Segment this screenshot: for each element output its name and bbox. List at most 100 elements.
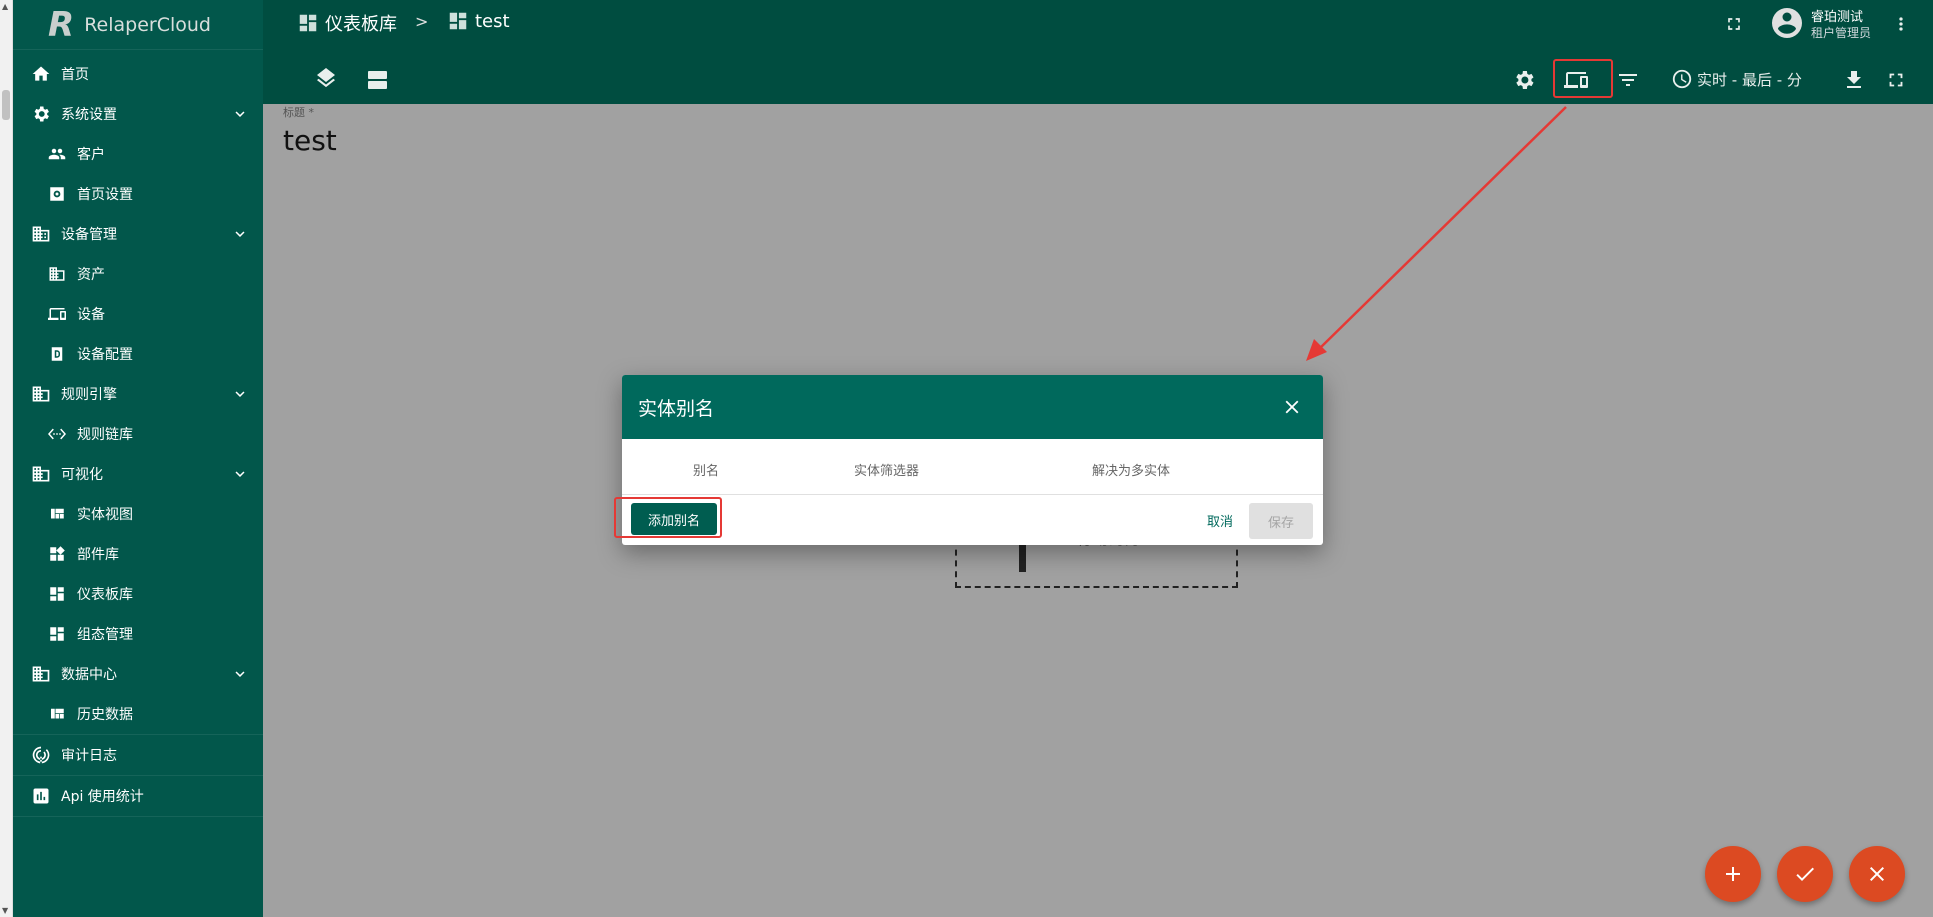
dialog-title: 实体别名 bbox=[638, 397, 715, 420]
view-quilt-icon bbox=[45, 704, 69, 724]
sidebar-item-entity-views[interactable]: 实体视图 bbox=[13, 494, 263, 534]
sidebar-item-label: 可视化 bbox=[61, 467, 103, 483]
timewindow-label: 实时 - 最后 - 分 bbox=[1697, 70, 1802, 89]
sidebar: R RelaperCloud 首页 系统设置 客户 首页设置 设备管理 资产 设… bbox=[13, 0, 263, 917]
sidebar-item-label: 数据中心 bbox=[61, 667, 117, 683]
view-quilt-icon bbox=[45, 504, 69, 524]
dashboard-icon bbox=[45, 624, 69, 644]
sidebar-item-label: 设备管理 bbox=[61, 227, 117, 243]
layers-icon[interactable] bbox=[313, 67, 339, 93]
settings-ethernet-icon bbox=[45, 424, 69, 444]
sidebar-item-label: 审计日志 bbox=[61, 748, 117, 764]
gear-icon bbox=[29, 104, 53, 124]
fullscreen-icon[interactable] bbox=[1723, 13, 1745, 35]
breadcrumb-separator: > bbox=[415, 12, 429, 31]
sidebar-item-label: 资产 bbox=[77, 267, 105, 283]
sidebar-item-api-usage[interactable]: Api 使用统计 bbox=[13, 776, 263, 816]
title-field[interactable]: test bbox=[283, 124, 337, 157]
sidebar-item-audit-logs[interactable]: 审计日志 bbox=[13, 735, 263, 775]
breadcrumb-label: test bbox=[475, 10, 510, 32]
sidebar-item-label: 组态管理 bbox=[77, 627, 133, 643]
account-circle-icon bbox=[1772, 8, 1802, 38]
page-scrollbar[interactable]: ▲ ▼ bbox=[0, 0, 13, 917]
sidebar-item-device-management[interactable]: 设备管理 bbox=[13, 214, 263, 254]
user-role: 租户管理员 bbox=[1811, 26, 1872, 40]
dialog-header: 实体别名 bbox=[622, 375, 1323, 439]
chevron-down-icon[interactable] bbox=[231, 385, 249, 407]
divider bbox=[13, 816, 263, 817]
logo-text: RelaperCloud bbox=[84, 13, 211, 36]
chevron-down-icon[interactable] bbox=[231, 225, 249, 247]
home-settings-icon bbox=[45, 184, 69, 204]
sidebar-item-assets[interactable]: 资产 bbox=[13, 254, 263, 294]
decline-changes-fab[interactable] bbox=[1849, 846, 1905, 902]
domain-icon bbox=[29, 224, 53, 244]
close-icon[interactable] bbox=[1277, 392, 1307, 422]
sidebar-item-devices[interactable]: 设备 bbox=[13, 294, 263, 334]
highlight-box-aliases bbox=[1553, 59, 1613, 98]
fullscreen-toggle-icon[interactable] bbox=[1883, 67, 1909, 93]
insert-chart-icon bbox=[29, 786, 53, 806]
plus-icon bbox=[1726, 867, 1740, 881]
sidebar-item-home[interactable]: 首页 bbox=[13, 54, 263, 94]
sidebar-item-label: 首页设置 bbox=[77, 187, 133, 203]
sidebar-item-device-profiles[interactable]: 设备配置 bbox=[13, 334, 263, 374]
scroll-up-arrow-icon[interactable]: ▲ bbox=[2, 2, 8, 11]
timewindow-button[interactable]: 实时 - 最后 - 分 bbox=[1671, 68, 1802, 90]
home-icon bbox=[29, 64, 53, 84]
track-changes-icon bbox=[29, 745, 53, 765]
save-button[interactable]: 保存 bbox=[1249, 503, 1313, 539]
header-row: 仪表板库 > test 睿珀测试 租户管理员 bbox=[263, 0, 1933, 52]
gear-icon[interactable] bbox=[1511, 67, 1537, 93]
filter-icon[interactable] bbox=[1615, 67, 1641, 93]
chevron-down-icon[interactable] bbox=[231, 465, 249, 487]
chevron-down-icon[interactable] bbox=[231, 105, 249, 127]
user-name: 睿珀测试 bbox=[1811, 10, 1864, 25]
sidebar-item-system-settings[interactable]: 系统设置 bbox=[13, 94, 263, 134]
apply-changes-fab[interactable] bbox=[1777, 846, 1833, 902]
sidebar-item-label: 首页 bbox=[61, 67, 89, 83]
sidebar-item-visualization[interactable]: 可视化 bbox=[13, 454, 263, 494]
sidebar-item-label: Api 使用统计 bbox=[61, 789, 144, 805]
breadcrumb-item-current: test bbox=[447, 10, 510, 32]
chevron-down-icon[interactable] bbox=[231, 665, 249, 687]
sidebar-item-scada[interactable]: 组态管理 bbox=[13, 614, 263, 654]
cancel-button[interactable]: 取消 bbox=[1194, 505, 1246, 535]
sidebar-item-label: 部件库 bbox=[77, 547, 119, 563]
title-field-label: 标题 * bbox=[283, 106, 314, 119]
sidebar-item-label: 实体视图 bbox=[77, 507, 133, 523]
sidebar-item-rule-engine[interactable]: 规则引擎 bbox=[13, 374, 263, 414]
scroll-down-arrow-icon[interactable]: ▼ bbox=[2, 906, 8, 915]
sidebar-item-home-settings[interactable]: 首页设置 bbox=[13, 174, 263, 214]
close-icon bbox=[1870, 867, 1884, 881]
aliases-table-header: 别名 实体筛选器 解决为多实体 bbox=[622, 439, 1323, 495]
top-header: 仪表板库 > test 睿珀测试 租户管理员 实时 - 最后 - 分 bbox=[263, 0, 1933, 104]
add-widget-fab[interactable] bbox=[1705, 846, 1761, 902]
sidebar-nav: 首页 系统设置 客户 首页设置 设备管理 资产 设备 设备配置 规则引擎 规则链… bbox=[13, 50, 263, 817]
breadcrumb-label: 仪表板库 bbox=[325, 14, 397, 35]
column-header-alias: 别名 bbox=[693, 464, 720, 479]
user-menu[interactable]: 睿珀测试 租户管理员 bbox=[1769, 5, 1871, 41]
domain-icon bbox=[29, 664, 53, 684]
sidebar-item-widgets-library[interactable]: 部件库 bbox=[13, 534, 263, 574]
download-icon[interactable] bbox=[1841, 67, 1867, 93]
sidebar-item-label: 设备配置 bbox=[77, 347, 133, 363]
sidebar-item-data-center[interactable]: 数据中心 bbox=[13, 654, 263, 694]
sidebar-item-rule-chains[interactable]: 规则链库 bbox=[13, 414, 263, 454]
sidebar-item-dashboards[interactable]: 仪表板库 bbox=[13, 574, 263, 614]
sidebar-item-customers[interactable]: 客户 bbox=[13, 134, 263, 174]
view-agenda-icon[interactable] bbox=[365, 67, 391, 93]
column-header-entity-filter: 实体筛选器 bbox=[854, 464, 920, 479]
column-header-resolve-multiple: 解决为多实体 bbox=[1092, 464, 1171, 479]
logo[interactable]: R RelaperCloud bbox=[13, 0, 263, 50]
device-profile-icon bbox=[45, 344, 69, 364]
scrollbar-thumb[interactable] bbox=[2, 90, 10, 120]
sidebar-item-label: 仪表板库 bbox=[77, 587, 133, 603]
breadcrumb-item-dashboards[interactable]: 仪表板库 bbox=[297, 10, 397, 36]
logo-mark-icon: R bbox=[48, 4, 75, 45]
dashboard-icon bbox=[45, 584, 69, 604]
more-vert-icon[interactable] bbox=[1891, 12, 1911, 36]
check-icon bbox=[1796, 867, 1814, 881]
sidebar-item-history-data[interactable]: 历史数据 bbox=[13, 694, 263, 734]
highlight-box-add-alias bbox=[614, 497, 722, 538]
